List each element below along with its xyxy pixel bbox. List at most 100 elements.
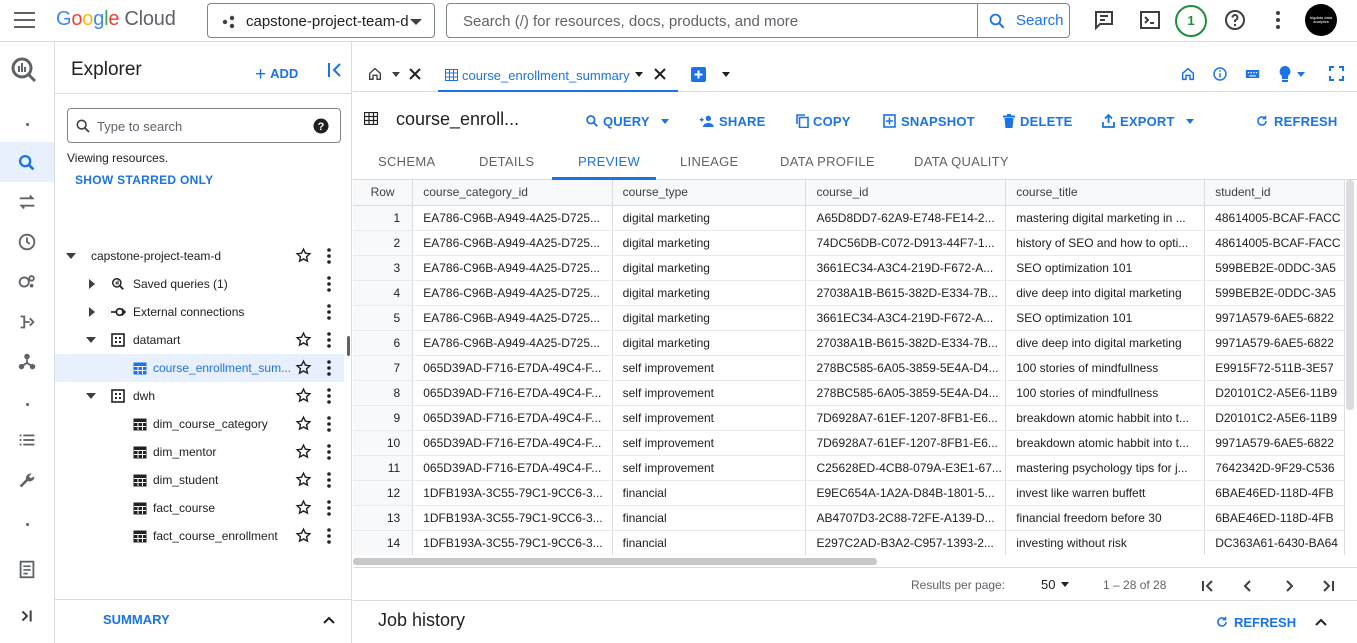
collapse-panel-icon[interactable] xyxy=(325,60,345,80)
add-tab-icon[interactable] xyxy=(691,67,706,82)
tree-item[interactable]: datamart xyxy=(55,326,344,354)
dataform-icon[interactable] xyxy=(16,311,38,333)
job-history-refresh-button[interactable]: REFRESH xyxy=(1215,613,1296,630)
column-header[interactable]: course_id xyxy=(805,180,1007,206)
chevron-down-icon[interactable] xyxy=(1297,72,1305,77)
table-row[interactable]: 11 065D39AD-F716-E7DA-49C4-F... self impro… xyxy=(353,455,1345,481)
chevron-down-icon[interactable] xyxy=(392,72,400,77)
chevron-down-icon[interactable] xyxy=(66,253,76,259)
chevron-up-icon[interactable] xyxy=(1313,614,1329,630)
more-vert-icon[interactable] xyxy=(1266,8,1290,32)
scheduled-queries-icon[interactable] xyxy=(16,231,38,253)
tree-item[interactable]: fact_course_enrollment xyxy=(55,522,344,550)
tab-preview[interactable]: PREVIEW xyxy=(578,154,640,169)
table-row[interactable]: 3 EA786-C96B-A949-4A25-D725... digital mar… xyxy=(353,255,1345,281)
tree-item[interactable]: dim_mentor xyxy=(55,438,344,466)
explorer-scrollbar[interactable] xyxy=(347,336,350,356)
more-vert-icon[interactable] xyxy=(327,500,331,516)
add-button[interactable]: + ADD xyxy=(255,62,298,85)
last-page-icon[interactable] xyxy=(1321,579,1335,593)
more-vert-icon[interactable] xyxy=(327,444,331,460)
table-row[interactable]: 6 EA786-C96B-A949-4A25-D725... digital mar… xyxy=(353,330,1345,356)
more-vert-icon[interactable] xyxy=(327,416,331,432)
tab-lineage[interactable]: LINEAGE xyxy=(680,154,738,169)
column-header[interactable]: Row xyxy=(353,180,414,206)
star-icon[interactable] xyxy=(295,527,312,544)
star-icon[interactable] xyxy=(295,443,312,460)
tree-item[interactable]: dim_student xyxy=(55,466,344,494)
tree-item[interactable]: dim_course_category xyxy=(55,410,344,438)
table-horizontal-scrollbar[interactable] xyxy=(353,558,877,565)
tree-item[interactable]: fact_course xyxy=(55,494,344,522)
table-vertical-scrollbar[interactable] xyxy=(1346,180,1354,410)
column-header[interactable]: course_category_id xyxy=(412,180,613,206)
tab-data-quality[interactable]: DATA QUALITY xyxy=(914,154,1009,169)
chevron-down-icon[interactable] xyxy=(86,337,96,343)
more-vert-icon[interactable] xyxy=(327,276,331,292)
column-header[interactable]: course_title xyxy=(1005,180,1206,206)
chevron-down-icon[interactable] xyxy=(722,72,730,77)
expand-rail-icon[interactable] xyxy=(16,605,38,627)
close-icon[interactable] xyxy=(409,68,421,80)
tab-details[interactable]: DETAILS xyxy=(479,154,534,169)
table-row[interactable]: 2 EA786-C96B-A949-4A25-D725... digital mar… xyxy=(353,230,1345,256)
search-input[interactable]: Search (/) for resources, docs, products… xyxy=(463,13,798,30)
tab-data-profile[interactable]: DATA PROFILE xyxy=(780,154,875,169)
google-cloud-logo[interactable]: Google Cloud xyxy=(56,8,176,31)
more-vert-icon[interactable] xyxy=(327,304,331,320)
partner-center-icon[interactable] xyxy=(16,351,38,373)
table-row[interactable]: 8 065D39AD-F716-E7DA-49C4-F... self improv… xyxy=(353,380,1345,406)
explorer-search-input[interactable]: Type to search xyxy=(97,119,182,134)
chevron-down-icon[interactable] xyxy=(635,72,643,77)
table-row[interactable]: 7 065D39AD-F716-E7DA-49C4-F... self improv… xyxy=(353,355,1345,381)
delete-button[interactable]: DELETE xyxy=(1003,112,1072,129)
results-per-page-select[interactable]: 50 xyxy=(1041,577,1070,592)
feedback-icon[interactable] xyxy=(1092,8,1116,32)
chevron-down-icon[interactable] xyxy=(86,393,96,399)
chevron-up-icon[interactable] xyxy=(321,612,337,628)
chevron-right-icon[interactable] xyxy=(89,279,95,289)
summary-toggle[interactable]: SUMMARY xyxy=(103,612,170,627)
star-icon[interactable] xyxy=(295,247,312,264)
lightbulb-icon[interactable] xyxy=(1278,65,1292,83)
transfers-icon[interactable] xyxy=(16,191,38,213)
more-vert-icon[interactable] xyxy=(327,360,331,376)
main-menu-icon[interactable] xyxy=(14,12,35,28)
tab-schema[interactable]: SCHEMA xyxy=(378,154,435,169)
tree-item[interactable]: course_enrollment_sum... xyxy=(55,354,344,382)
help-icon[interactable] xyxy=(1223,8,1247,32)
copy-button[interactable]: COPY xyxy=(796,112,851,129)
table-row[interactable]: 13 1DFB193A-3C55-79C1-9CC6-3... financial A… xyxy=(353,505,1345,531)
analytics-hub-icon[interactable] xyxy=(16,271,38,293)
query-button[interactable]: QUERY xyxy=(585,112,670,129)
keyboard-icon[interactable] xyxy=(1244,66,1261,82)
bigquery-icon[interactable] xyxy=(10,56,38,84)
home-icon[interactable] xyxy=(1180,66,1196,82)
table-row[interactable]: 12 1DFB193A-3C55-79C1-9CC6-3... financial E… xyxy=(353,480,1345,506)
first-page-icon[interactable] xyxy=(1201,579,1215,593)
more-vert-icon[interactable] xyxy=(327,472,331,488)
list-icon[interactable] xyxy=(16,429,38,451)
refresh-button[interactable]: REFRESH xyxy=(1255,112,1338,129)
tree-item[interactable]: External connections xyxy=(55,298,344,326)
star-icon[interactable] xyxy=(295,359,312,376)
chevron-right-icon[interactable] xyxy=(89,307,95,317)
fullscreen-icon[interactable] xyxy=(1329,66,1344,81)
explorer-search-field[interactable]: Type to search ? xyxy=(67,108,341,143)
star-icon[interactable] xyxy=(295,387,312,404)
close-icon[interactable] xyxy=(654,68,666,80)
snapshot-button[interactable]: SNAPSHOT xyxy=(883,112,975,129)
column-header[interactable]: student_id xyxy=(1204,180,1345,206)
help-icon[interactable]: ? xyxy=(313,118,329,134)
tree-item[interactable]: dwh xyxy=(55,382,344,410)
table-row[interactable]: 4 EA786-C96B-A949-4A25-D725... digital mar… xyxy=(353,280,1345,306)
avatar[interactable]: bigdata data analytics xyxy=(1305,4,1337,36)
table-row[interactable]: 5 EA786-C96B-A949-4A25-D725... digital mar… xyxy=(353,305,1345,331)
release-notes-icon[interactable] xyxy=(16,558,38,580)
export-button[interactable]: EXPORT xyxy=(1102,112,1195,129)
next-page-icon[interactable] xyxy=(1282,579,1296,593)
table-row[interactable]: 9 065D39AD-F716-E7DA-49C4-F... self improv… xyxy=(353,405,1345,431)
info-icon[interactable] xyxy=(1212,66,1228,82)
wrench-icon[interactable] xyxy=(16,470,38,492)
tree-item[interactable]: capstone-project-team-d xyxy=(55,242,344,270)
